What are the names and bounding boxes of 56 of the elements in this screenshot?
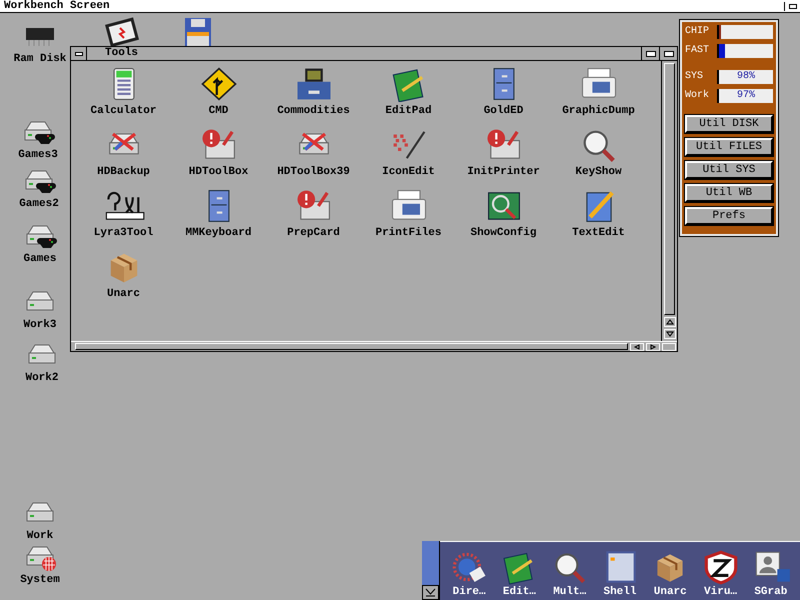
scroll-right-icon[interactable] — [646, 342, 660, 350]
depth-gadget-icon[interactable] — [784, 2, 800, 10]
tool-icon-label[interactable]: Lyra3Tool — [94, 228, 154, 239]
utility-button[interactable]: Util FILES — [685, 138, 773, 156]
tool-icon-label[interactable]: HDToolBox39 — [277, 167, 350, 178]
tool-icon-label[interactable]: PrepCard — [287, 228, 340, 239]
scroll-up-icon[interactable] — [664, 317, 676, 327]
dock-item-label[interactable]: Shell — [603, 587, 636, 598]
utility-button[interactable]: Util WB — [685, 184, 773, 202]
zoom-gadget-icon[interactable] — [641, 47, 659, 60]
dock-item-label[interactable]: SGrab — [754, 587, 788, 598]
tool-icon-label[interactable]: InitPrinter — [467, 167, 540, 178]
tool-icon-label[interactable]: Commodities — [277, 106, 350, 117]
tool-icon-label[interactable]: TextEdit — [572, 228, 625, 239]
screen-title: Workbench Screen — [3, 0, 111, 12]
utility-button[interactable]: Util SYS — [685, 161, 773, 179]
dock-item-label[interactable]: Mult… — [553, 587, 586, 598]
dock-handle[interactable] — [422, 541, 440, 600]
desktop-icon-label[interactable]: Work — [26, 531, 54, 542]
scroll-down-icon[interactable] — [664, 329, 676, 339]
desktop-icon-label[interactable]: Work2 — [25, 373, 58, 384]
tool-icon-label[interactable]: Calculator — [90, 106, 156, 117]
tool-icon-label[interactable]: HDBackup — [97, 167, 150, 178]
desktop-icon-label[interactable]: Ram Disk — [14, 54, 66, 65]
dock-item-label[interactable]: Dire… — [452, 587, 486, 598]
tool-icon-label[interactable]: GraphicDump — [562, 106, 635, 117]
desktop-icon-label[interactable]: System — [20, 575, 60, 586]
drive-label: Work — [685, 91, 710, 101]
tool-icon-label[interactable]: KeyShow — [575, 167, 622, 178]
utility-button[interactable]: Prefs — [685, 207, 773, 225]
tool-icon-label[interactable]: MMKeyboard — [185, 228, 252, 239]
desktop-icon-label[interactable]: Games2 — [19, 199, 59, 210]
tool-icon-label[interactable]: HDToolBox — [188, 167, 248, 178]
drive-usage-field: 98% — [717, 70, 773, 84]
window-title: Tools — [104, 48, 140, 59]
tool-icon-label[interactable]: EditPad — [385, 106, 432, 117]
utility-button[interactable]: Util DISK — [685, 115, 773, 133]
tool-icon-label[interactable]: PrintFiles — [375, 228, 442, 239]
dock-item-label[interactable]: Unarc — [654, 587, 687, 598]
gauge-label: FAST — [685, 46, 710, 56]
gauge-label: CHIP — [685, 27, 710, 37]
drive-usage-field: 97% — [717, 89, 773, 103]
tool-icon-label[interactable]: IconEdit — [382, 167, 435, 178]
scroll-left-icon[interactable] — [630, 342, 644, 350]
dock-item-label[interactable]: Viru… — [704, 587, 738, 598]
desktop-icon-label[interactable]: Work3 — [23, 320, 56, 331]
desktop-icon-label[interactable]: Games — [23, 254, 56, 265]
depth-gadget-icon[interactable] — [659, 47, 677, 60]
drive-label: SYS — [685, 72, 704, 82]
tool-icon-label[interactable]: CMD — [208, 106, 228, 117]
dock-collapse-icon[interactable] — [422, 585, 439, 600]
tool-icon-label[interactable]: ShowConfig — [470, 228, 536, 239]
tool-icon-label[interactable]: Unarc — [106, 289, 140, 300]
tool-icon-label[interactable]: GoldED — [484, 106, 524, 117]
dock-item-label[interactable]: Edit… — [502, 587, 536, 598]
desktop-icon-label[interactable]: Games3 — [18, 150, 58, 161]
